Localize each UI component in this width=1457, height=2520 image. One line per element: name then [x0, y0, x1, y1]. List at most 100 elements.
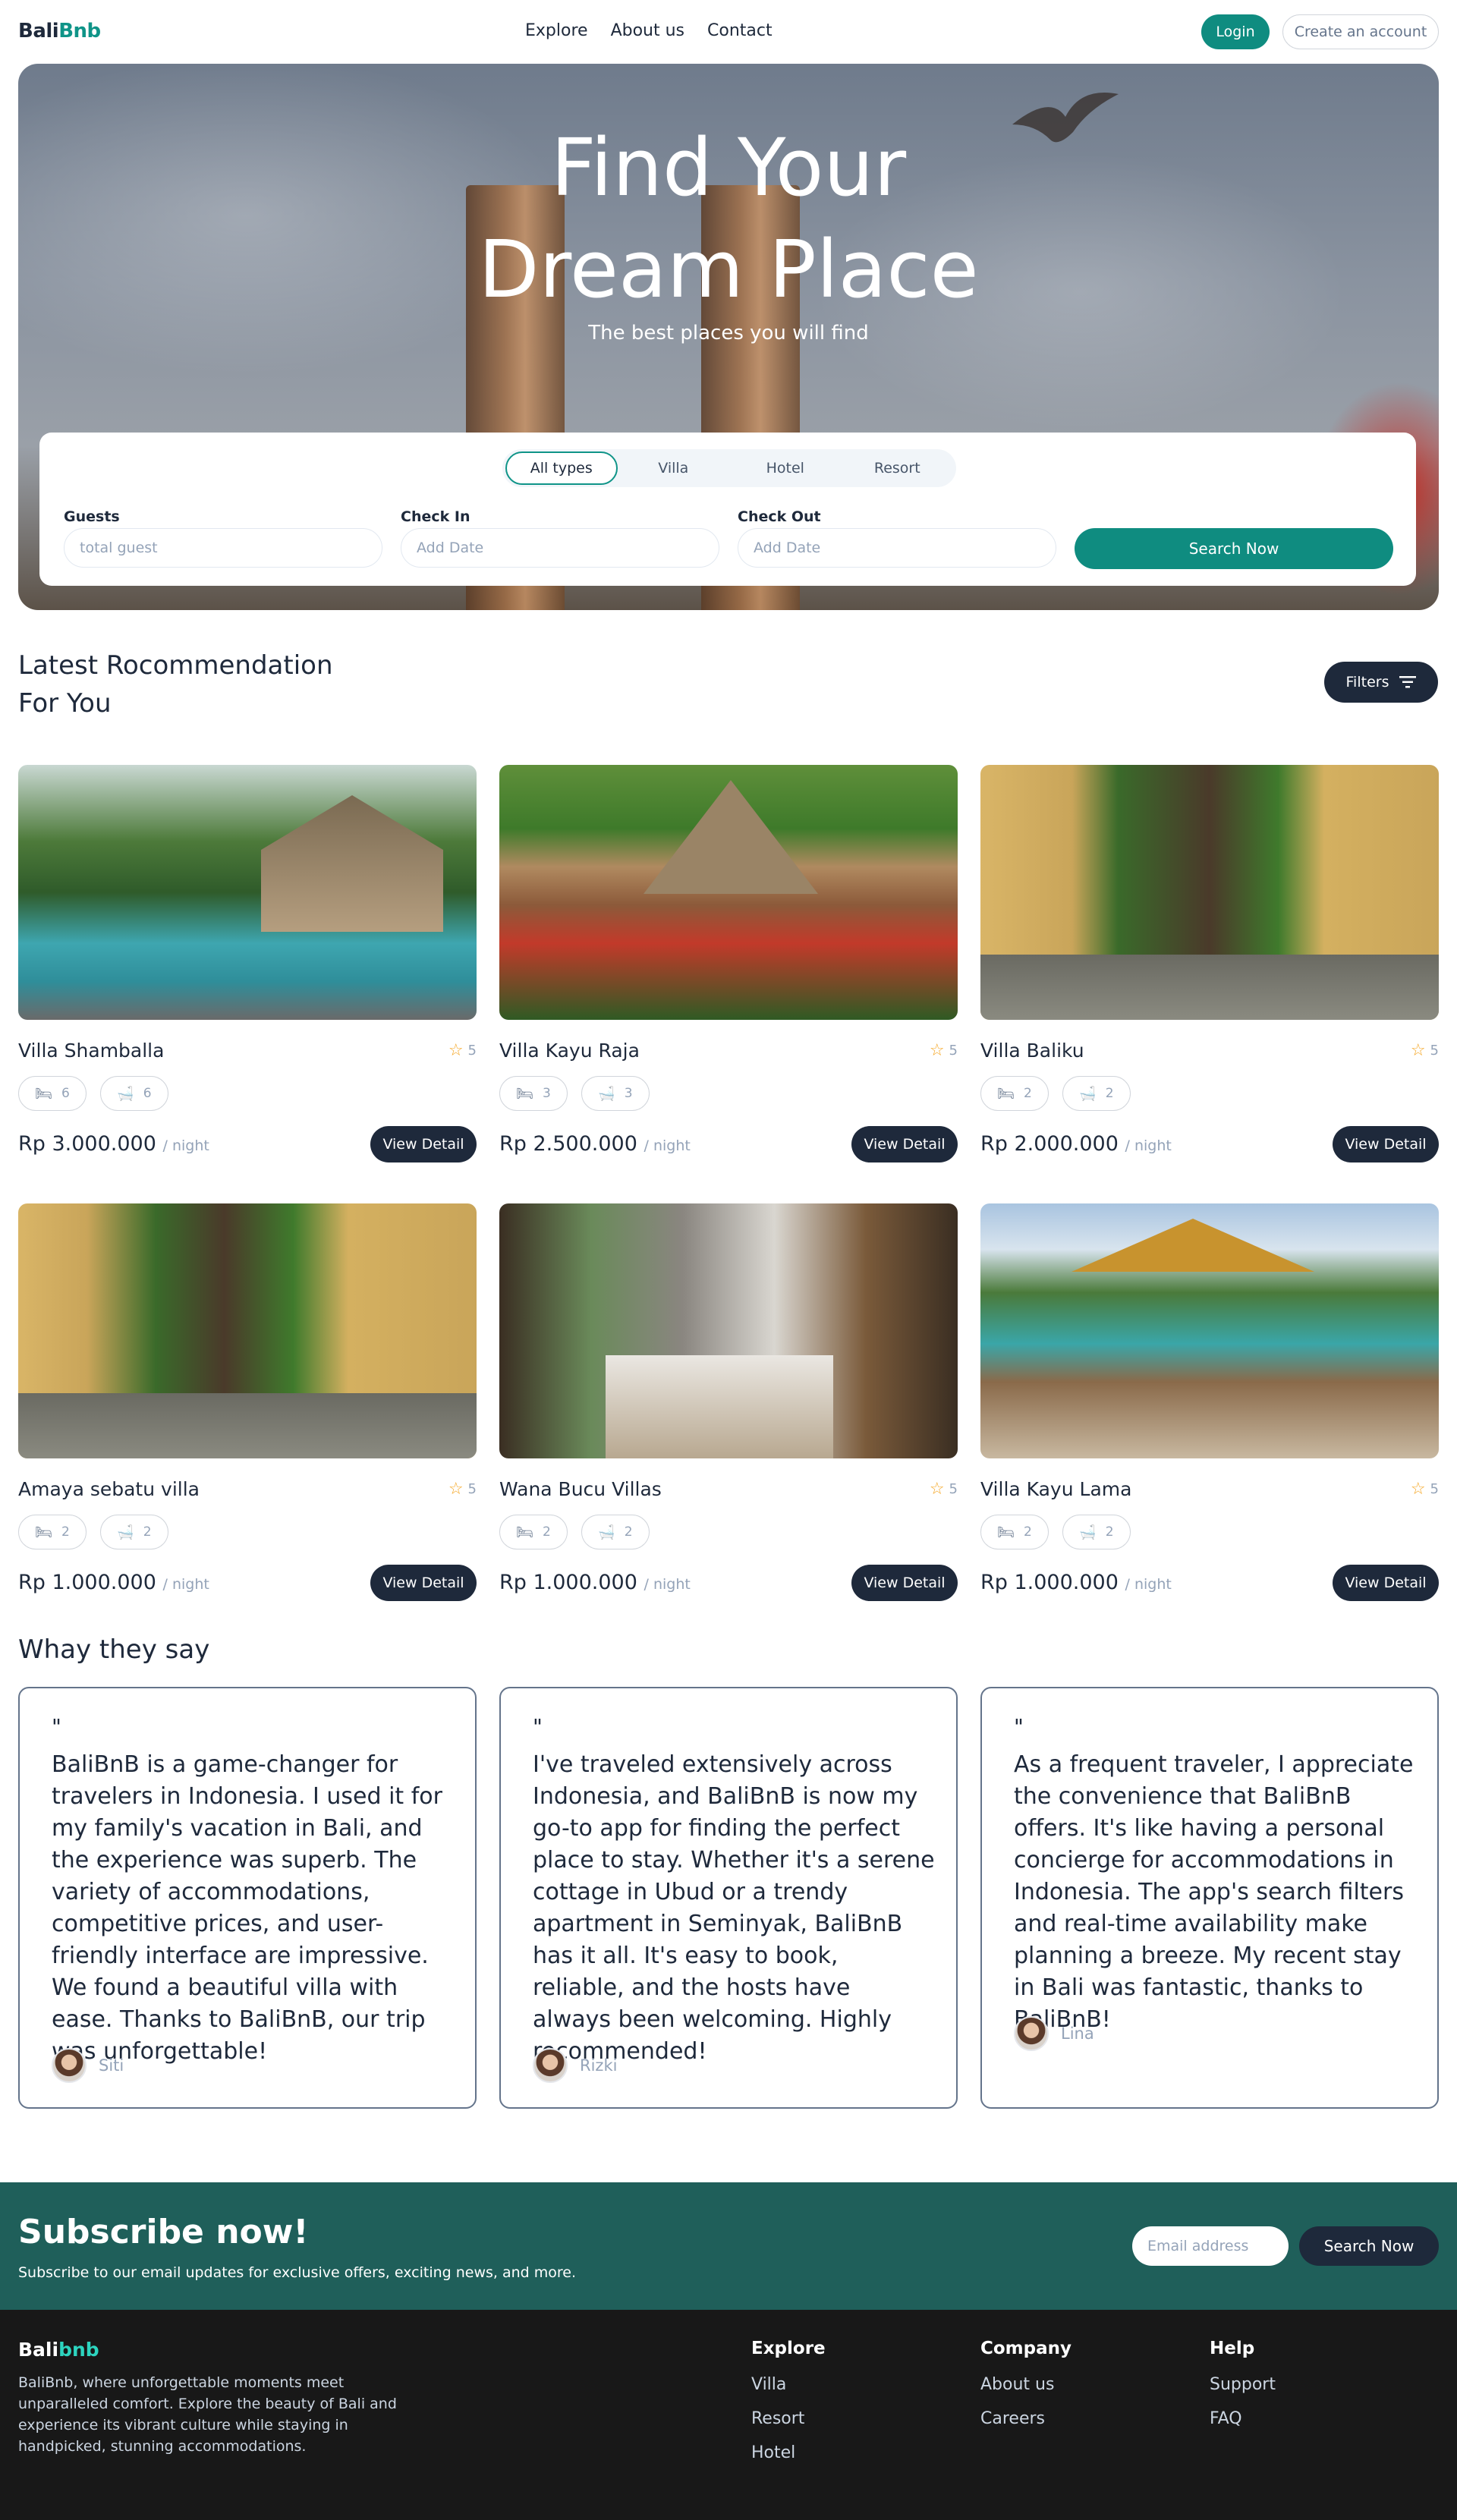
- footer-link-support[interactable]: Support: [1210, 2375, 1276, 2394]
- footer-heading: Help: [1210, 2339, 1255, 2358]
- view-detail-button[interactable]: View Detail: [851, 1126, 958, 1162]
- view-detail-button[interactable]: View Detail: [370, 1565, 477, 1601]
- create-account-button[interactable]: Create an account: [1282, 14, 1439, 49]
- view-detail-button[interactable]: View Detail: [370, 1126, 477, 1162]
- property-name: Amaya sebatu villa: [18, 1478, 200, 1500]
- footer-logo[interactable]: Balibnb: [18, 2339, 99, 2361]
- footer-link-hotel[interactable]: Hotel: [751, 2443, 826, 2462]
- star-icon: ☆: [929, 1480, 945, 1499]
- avatar: [533, 2048, 568, 2083]
- view-detail-button[interactable]: View Detail: [1333, 1126, 1439, 1162]
- quote-icon: ": [533, 1714, 543, 1739]
- price: Rp 1.000.000 / night: [18, 1571, 209, 1594]
- tab-all-types[interactable]: All types: [505, 451, 618, 485]
- beds-chip: 🛏 6: [18, 1076, 87, 1111]
- property-name: Villa Baliku: [980, 1040, 1084, 1062]
- property-name: Villa Kayu Raja: [499, 1040, 640, 1062]
- star-icon: ☆: [929, 1041, 945, 1060]
- property-card: Villa Kayu Raja ☆ 5 🛏 3 🛁 3 Rp 2.500.000 / …: [499, 765, 958, 1162]
- tab-resort[interactable]: Resort: [842, 451, 954, 485]
- price: Rp 2.000.000 / night: [980, 1132, 1172, 1156]
- hero-title: Find Your Dream Place: [478, 121, 979, 316]
- testimonial-text: As a frequent traveler, I appreciate the…: [1014, 1751, 1414, 2033]
- property-name: Villa Shamballa: [18, 1040, 165, 1062]
- baths-chip: 🛁 2: [100, 1515, 168, 1549]
- footer-link-faq[interactable]: FAQ: [1210, 2409, 1276, 2428]
- footer-help: Help Support FAQ: [1210, 2339, 1276, 2443]
- footer-link-about[interactable]: About us: [980, 2375, 1072, 2394]
- avatar: [1014, 2016, 1049, 2051]
- testimonial-text: I've traveled extensively across Indones…: [533, 1751, 935, 2065]
- subscribe-text: Subscribe to our email updates for exclu…: [18, 2264, 577, 2281]
- baths-chip: 🛁 2: [1062, 1515, 1131, 1549]
- price: Rp 3.000.000 / night: [18, 1132, 209, 1156]
- rating: ☆ 5: [448, 1041, 477, 1060]
- property-card: Wana Bucu Villas ☆ 5 🛏 2 🛁 2 Rp 1.000.000 /…: [499, 1203, 958, 1601]
- guests-input[interactable]: total guest: [64, 528, 382, 568]
- footer-description: BaliBnb, where unforgettable moments mee…: [18, 2374, 397, 2455]
- nav-explore-link[interactable]: Explore: [525, 21, 588, 40]
- property-image[interactable]: [499, 765, 958, 1020]
- email-input[interactable]: Email address: [1132, 2226, 1289, 2266]
- property-image[interactable]: [980, 1203, 1439, 1458]
- property-image[interactable]: [499, 1203, 958, 1458]
- filters-button[interactable]: Filters: [1324, 662, 1438, 703]
- testimonial-author: Siti: [52, 2048, 124, 2083]
- footer-link-resort[interactable]: Resort: [751, 2409, 826, 2428]
- bathtub-icon: 🛁: [1079, 1524, 1097, 1540]
- checkout-input[interactable]: Add Date: [738, 528, 1056, 568]
- tab-villa[interactable]: Villa: [618, 451, 730, 485]
- beds-chip: 🛏 3: [499, 1076, 568, 1111]
- login-button[interactable]: Login: [1201, 14, 1270, 49]
- top-navbar: BaliBnb Explore About us Contact Login C…: [0, 0, 1457, 64]
- avatar: [52, 2048, 87, 2083]
- filter-icon: [1399, 676, 1417, 688]
- footer-explore: Explore Villa Resort Hotel: [751, 2339, 826, 2478]
- footer-link-careers[interactable]: Careers: [980, 2409, 1072, 2428]
- star-icon: ☆: [1410, 1041, 1426, 1060]
- quote-icon: ": [1014, 1714, 1024, 1739]
- view-detail-button[interactable]: View Detail: [1333, 1565, 1439, 1601]
- subscribe-button[interactable]: Search Now: [1299, 2226, 1439, 2266]
- checkin-input[interactable]: Add Date: [401, 528, 719, 568]
- testimonials-title: Whay they say: [18, 1634, 210, 1665]
- nav-about-link[interactable]: About us: [611, 21, 684, 40]
- footer-heading: Explore: [751, 2339, 826, 2358]
- price: Rp 1.000.000 / night: [980, 1571, 1172, 1594]
- logo[interactable]: BaliBnb: [18, 20, 101, 42]
- testimonial-author: Lina: [1014, 2016, 1094, 2051]
- price: Rp 2.500.000 / night: [499, 1132, 691, 1156]
- checkout-label: Check Out: [738, 508, 821, 525]
- quote-icon: ": [52, 1714, 61, 1739]
- property-image[interactable]: [980, 765, 1439, 1020]
- rating: ☆ 5: [929, 1041, 958, 1060]
- search-now-button[interactable]: Search Now: [1075, 528, 1393, 569]
- property-image[interactable]: [18, 1203, 477, 1458]
- bed-icon: 🛏: [997, 1085, 1015, 1102]
- bed-icon: 🛏: [35, 1085, 53, 1102]
- nav-contact-link[interactable]: Contact: [707, 21, 773, 40]
- rating: ☆ 5: [1410, 1480, 1439, 1499]
- bed-icon: 🛏: [516, 1524, 534, 1540]
- testimonial-card: " BaliBnB is a game-changer for traveler…: [18, 1687, 477, 2109]
- checkin-label: Check In: [401, 508, 470, 525]
- baths-chip: 🛁 3: [581, 1076, 650, 1111]
- star-icon: ☆: [1410, 1480, 1426, 1499]
- beds-chip: 🛏 2: [499, 1515, 568, 1549]
- view-detail-button[interactable]: View Detail: [851, 1565, 958, 1601]
- section-title: Latest Rocommendation For You: [18, 650, 333, 719]
- footer-company: Company About us Careers: [980, 2339, 1072, 2443]
- tab-hotel[interactable]: Hotel: [729, 451, 842, 485]
- bed-icon: 🛏: [516, 1085, 534, 1102]
- bathtub-icon: 🛁: [598, 1085, 615, 1102]
- baths-chip: 🛁 2: [1062, 1076, 1131, 1111]
- footer-link-villa[interactable]: Villa: [751, 2375, 826, 2394]
- property-image[interactable]: [18, 765, 477, 1020]
- testimonial-text: BaliBnB is a game-changer for travelers …: [52, 1751, 442, 2065]
- property-card: Villa Shamballa ☆ 5 🛏 6 🛁 6 Rp 3.000.000 / …: [18, 765, 477, 1162]
- footer-heading: Company: [980, 2339, 1072, 2358]
- property-card: Villa Baliku ☆ 5 🛏 2 🛁 2 Rp 2.000.000 / nig…: [980, 765, 1439, 1162]
- baths-chip: 🛁 6: [100, 1076, 168, 1111]
- rating: ☆ 5: [448, 1480, 477, 1499]
- beds-chip: 🛏 2: [980, 1076, 1049, 1111]
